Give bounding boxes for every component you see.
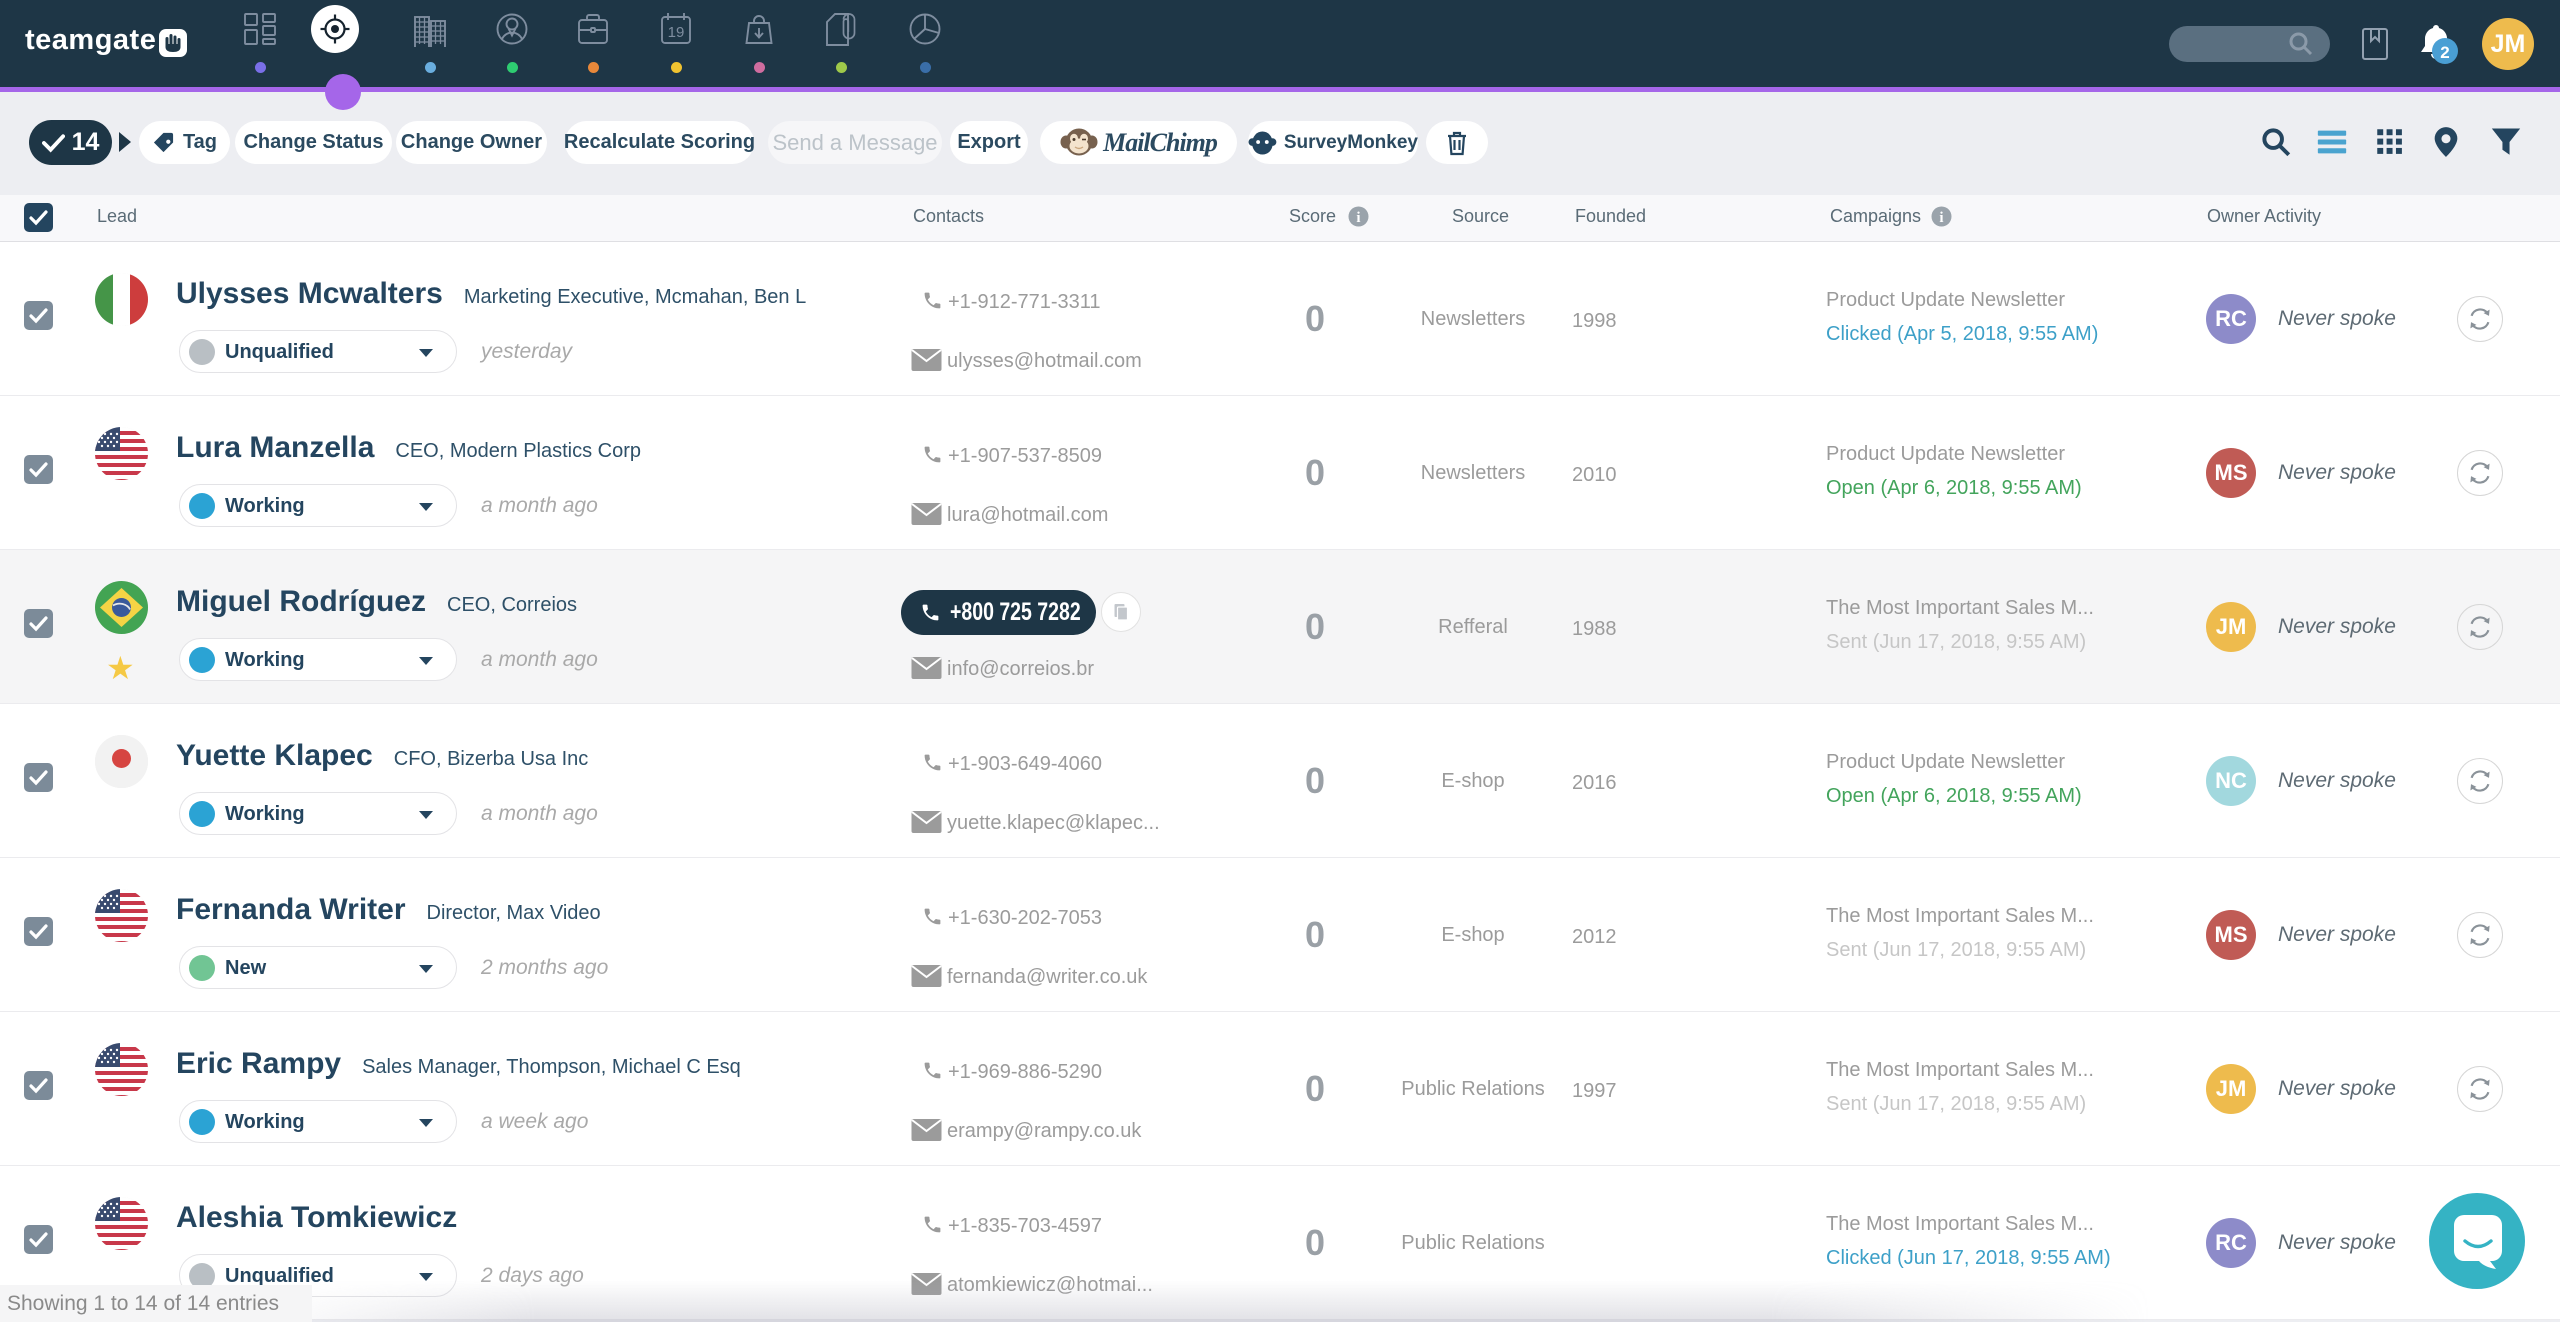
svg-text:i: i bbox=[1939, 210, 1943, 226]
svg-text:i: i bbox=[1356, 210, 1360, 226]
svg-text:2: 2 bbox=[2440, 43, 2449, 62]
svg-text:19: 19 bbox=[668, 24, 685, 41]
